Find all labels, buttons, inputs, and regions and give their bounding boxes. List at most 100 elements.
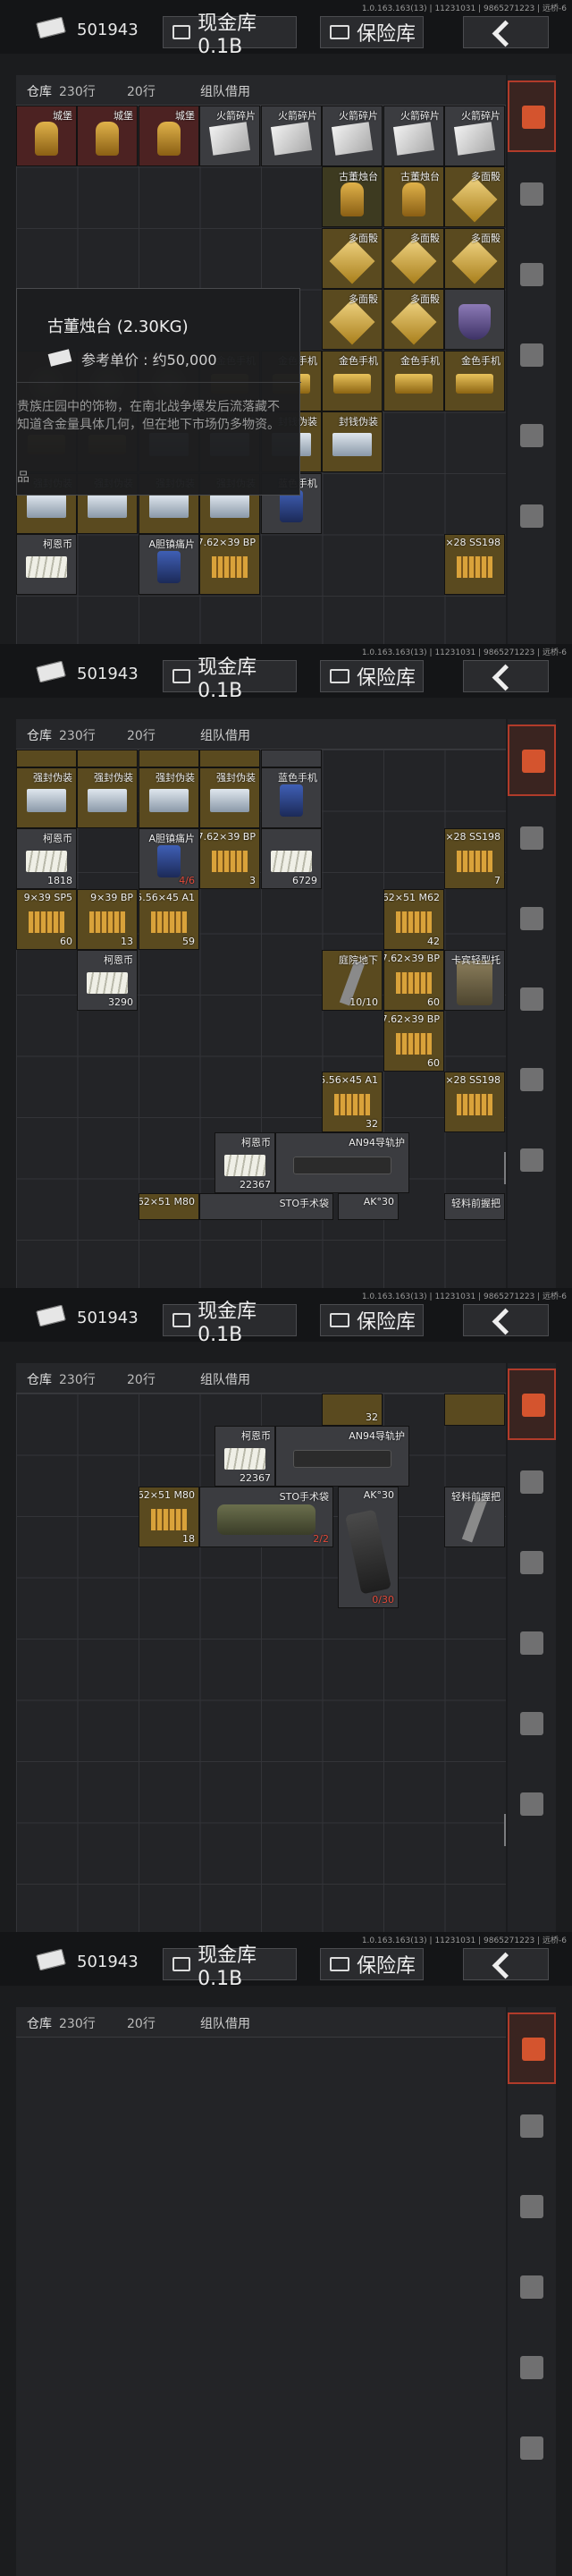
- cash-vault-button[interactable]: 现金库 0.1B: [163, 1301, 297, 1346]
- item-an94-rail[interactable]: AN94导轨护: [275, 1426, 409, 1487]
- category-all[interactable]: [508, 1368, 556, 1440]
- bullet-icon[interactable]: [520, 2356, 543, 2379]
- item-ammo-bp[interactable]: 7.62×39 BP 60: [383, 950, 444, 1011]
- magazine-icon[interactable]: [520, 1631, 543, 1655]
- back-button[interactable]: [463, 16, 549, 48]
- safe-button[interactable]: 保险库: [320, 16, 424, 48]
- item-sto-bag[interactable]: STO手术袋 2/2: [199, 1487, 333, 1547]
- magazine-icon[interactable]: [520, 987, 543, 1011]
- item-ammo-556[interactable]: 32: [322, 1394, 383, 1426]
- item-blue-phone[interactable]: 蓝色手机: [261, 767, 322, 828]
- category-all[interactable]: [508, 724, 556, 796]
- rifle-icon[interactable]: [520, 907, 543, 930]
- item-an94-rail[interactable]: AN94导轨护: [275, 1132, 409, 1193]
- item-castle[interactable]: 城堡: [139, 106, 199, 166]
- category-all[interactable]: [508, 80, 556, 152]
- item-ammo-ss198[interactable]: 5.7×28 SS1987: [444, 828, 505, 889]
- helmet-icon[interactable]: [520, 826, 543, 850]
- item-rocket-shard[interactable]: 火箭碎片: [322, 106, 383, 166]
- item-underground-key[interactable]: 庭院地下 10/10: [322, 950, 383, 1011]
- item-keyli-coin[interactable]: 柯恩币 22367: [214, 1132, 275, 1193]
- safe-button[interactable]: 保险库: [320, 1304, 424, 1336]
- scrollbar[interactable]: [504, 1814, 506, 1846]
- item-sto-bag[interactable]: STO手术袋: [199, 1193, 333, 1220]
- safe-button[interactable]: 保险库: [320, 660, 424, 692]
- item-partial[interactable]: [199, 750, 260, 767]
- item-ammo-9x39[interactable]: 9×39 SP5 60: [16, 889, 77, 950]
- cash-vault-button[interactable]: 现金库 0.1B: [163, 657, 297, 702]
- item-light-grip[interactable]: 轻料前握把: [444, 1193, 505, 1220]
- item-gold-phone[interactable]: 金色手机: [322, 351, 383, 411]
- category-all[interactable]: [508, 2012, 556, 2084]
- item-light-grip[interactable]: 轻料前握把: [444, 1487, 505, 1547]
- team-borrow-tab[interactable]: 组队借用: [200, 82, 250, 100]
- item-ammo-556[interactable]: 5.56×45 A1 32: [322, 1072, 383, 1132]
- item-ammo-bp[interactable]: 7.62×39 BP: [199, 534, 260, 595]
- item-keyli-coin[interactable]: 柯恩币: [16, 534, 77, 595]
- team-borrow-tab[interactable]: 组队借用: [200, 2014, 250, 2032]
- item-ak30[interactable]: AK°30: [338, 1193, 399, 1220]
- item-castle[interactable]: 城堡: [16, 106, 77, 166]
- item-sealed-forgery[interactable]: 封钱伪装: [322, 411, 383, 472]
- item-ammo-ss198[interactable]: 5.7×28 SS198: [444, 1072, 505, 1132]
- item-ammo-bp[interactable]: 7.62×39 BP 60: [383, 1011, 444, 1072]
- magazine-icon[interactable]: [520, 343, 543, 367]
- item-ammo-ss198[interactable]: 5.7×28 SS198: [444, 534, 505, 595]
- item-sealed-forgery[interactable]: 强封伪装: [139, 767, 199, 828]
- item-gold-phone[interactable]: 金色手机: [444, 351, 505, 411]
- item-multi-cube[interactable]: 多面骰: [444, 228, 505, 289]
- item-partial[interactable]: [261, 750, 322, 767]
- helmet-icon[interactable]: [520, 182, 543, 206]
- safe-button[interactable]: 保险库: [320, 1948, 424, 1980]
- item-tablet[interactable]: A胆镇痛片 4/6: [139, 828, 199, 889]
- item-keyli-coin[interactable]: 柯恩币 1818: [16, 828, 77, 889]
- item-ammo-ss198[interactable]: [444, 1394, 505, 1426]
- attachment-icon[interactable]: [520, 504, 543, 528]
- item-rocket-shard[interactable]: 火箭碎片: [199, 106, 260, 166]
- item-partial[interactable]: [77, 750, 138, 767]
- back-button[interactable]: [463, 1948, 549, 1980]
- item-sealed-forgery[interactable]: 强封伪装: [16, 767, 77, 828]
- helmet-icon[interactable]: [520, 1470, 543, 1494]
- item-sealed-forgery[interactable]: 强封伪装: [77, 767, 138, 828]
- item-multi-cube[interactable]: 多面骰: [322, 228, 383, 289]
- attachment-icon[interactable]: [520, 1792, 543, 1816]
- back-button[interactable]: [463, 1304, 549, 1336]
- magazine-icon[interactable]: [520, 2275, 543, 2299]
- item-ak30[interactable]: AK°30 0/30: [338, 1487, 399, 1608]
- bullet-icon[interactable]: [520, 1068, 543, 1091]
- item-keyli-coin[interactable]: 柯恩币 3290: [77, 950, 138, 1011]
- bullet-icon[interactable]: [520, 424, 543, 447]
- item-ammo-bp[interactable]: 7.62×39 BP 3: [199, 828, 260, 889]
- item-antique-candle[interactable]: 古董烛台: [383, 166, 444, 227]
- item-ammo-762-51[interactable]: 7.62×51 M6242: [383, 889, 444, 950]
- team-borrow-tab[interactable]: 组队借用: [200, 726, 250, 744]
- item-partial[interactable]: [16, 750, 77, 767]
- item-gold-phone[interactable]: 金色手机: [383, 351, 444, 411]
- item-partial[interactable]: [139, 750, 199, 767]
- cash-vault-button[interactable]: 现金库 0.1B: [163, 1945, 297, 1990]
- item-multi-cube[interactable]: 多面骰: [322, 289, 383, 350]
- item-tablet[interactable]: A胆镇痛片: [139, 534, 199, 595]
- item-ammo-9x39-bp[interactable]: 9×39 BP 13: [77, 889, 138, 950]
- item-multi-cube[interactable]: 多面骰: [444, 166, 505, 227]
- back-button[interactable]: [463, 660, 549, 692]
- rifle-icon[interactable]: [520, 263, 543, 286]
- attachment-icon[interactable]: [520, 2436, 543, 2460]
- item-grip[interactable]: 卡宾轻型托: [444, 950, 505, 1011]
- rifle-icon[interactable]: [520, 2195, 543, 2218]
- item-multi-cube[interactable]: 多面骰: [383, 228, 444, 289]
- bullet-icon[interactable]: [520, 1712, 543, 1735]
- scrollbar[interactable]: [504, 1152, 506, 1184]
- item-keyli-coin[interactable]: 柯恩币 22367: [214, 1426, 275, 1487]
- team-borrow-tab[interactable]: 组队借用: [200, 1370, 250, 1388]
- item-ammo-556[interactable]: 5.56×45 A1 59: [139, 889, 199, 950]
- item-multi-cube[interactable]: 多面骰: [383, 289, 444, 350]
- helmet-icon[interactable]: [520, 2114, 543, 2138]
- item-rocket-shard[interactable]: 火箭碎片: [383, 106, 444, 166]
- cash-vault-button[interactable]: 现金库 0.1B: [163, 13, 297, 58]
- item-rocket-shard[interactable]: 火箭碎片: [261, 106, 322, 166]
- item-badge[interactable]: [444, 289, 505, 350]
- item-ammo-m80[interactable]: 7.62×51 M80: [139, 1193, 199, 1220]
- item-antique-candle[interactable]: 古董烛台: [322, 166, 383, 227]
